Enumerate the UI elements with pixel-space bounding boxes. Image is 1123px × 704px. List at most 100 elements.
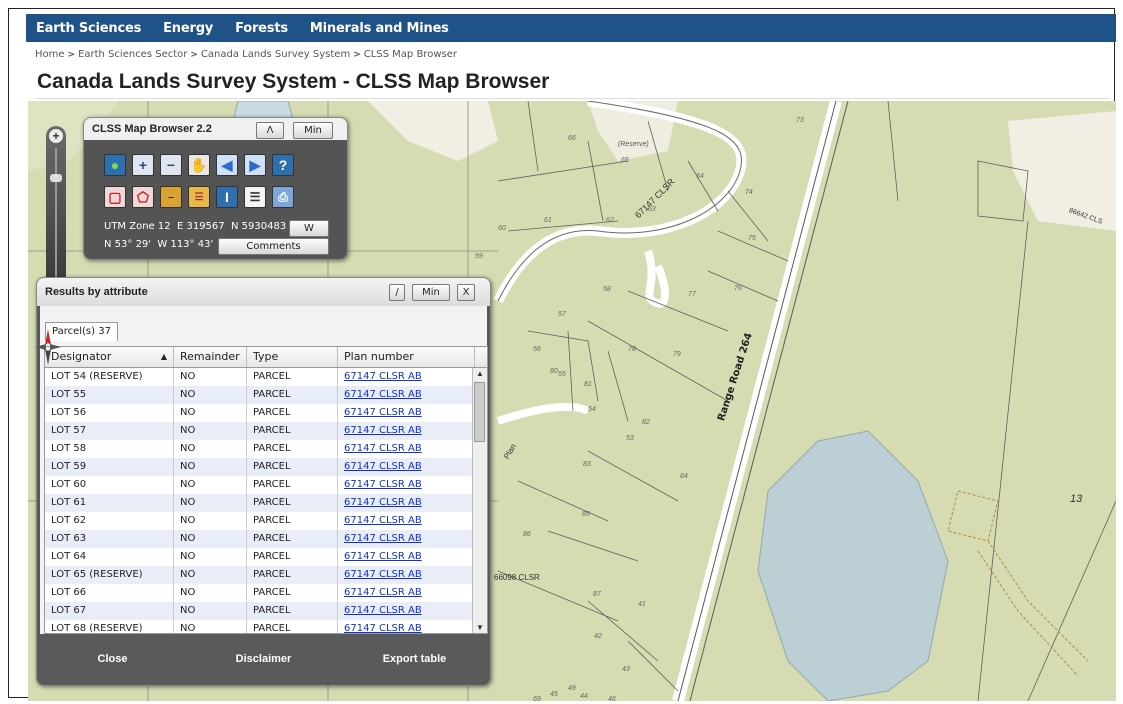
layers-icon[interactable]: ☰ xyxy=(188,186,210,208)
table-row[interactable]: LOT 67 NO PARCEL 67147 CLSR AB xyxy=(45,602,475,620)
plan-number-link[interactable]: 67147 CLSR AB xyxy=(338,494,475,512)
forward-arrow-icon[interactable]: ▶ xyxy=(244,154,266,176)
map-lot-label: 41 xyxy=(638,601,646,608)
map-lot-label: 74 xyxy=(745,189,753,196)
table-row[interactable]: LOT 68 (RESERVE) NO PARCEL 67147 CLSR AB xyxy=(45,620,475,633)
plan-number-link[interactable]: 67147 CLSR AB xyxy=(338,458,475,476)
cell-designator: LOT 60 xyxy=(45,476,174,494)
table-row[interactable]: LOT 63 NO PARCEL 67147 CLSR AB xyxy=(45,530,475,548)
zoom-slider-handle[interactable] xyxy=(50,174,62,182)
collapse-button[interactable]: Λ xyxy=(256,122,284,139)
select-rectangle-icon[interactable]: ▢ xyxy=(104,186,126,208)
zoom-in-icon[interactable]: + xyxy=(132,154,154,176)
column-header-plan-number[interactable]: Plan number xyxy=(338,347,475,367)
results-footer: Close Disclaimer Export table xyxy=(37,634,490,684)
table-row[interactable]: LOT 65 (RESERVE) NO PARCEL 67147 CLSR AB xyxy=(45,566,475,584)
results-min-button[interactable]: Min xyxy=(412,284,450,301)
breadcrumb-separator-icon: > xyxy=(190,50,198,60)
table-row[interactable]: LOT 56 NO PARCEL 67147 CLSR AB xyxy=(45,404,475,422)
plan-number-link[interactable]: 67147 CLSR AB xyxy=(338,368,475,386)
coordinate-toggle-button[interactable]: W xyxy=(289,220,329,237)
lat-lon-coordinates: N 53° 29' W 113° 43' xyxy=(104,239,214,250)
cell-designator: LOT 55 xyxy=(45,386,174,404)
table-row[interactable]: LOT 54 (RESERVE) NO PARCEL 67147 CLSR AB xyxy=(45,368,475,386)
cell-designator: LOT 62 xyxy=(45,512,174,530)
table-row[interactable]: LOT 57 NO PARCEL 67147 CLSR AB xyxy=(45,422,475,440)
help-icon[interactable]: ? xyxy=(272,154,294,176)
table-row[interactable]: LOT 66 NO PARCEL 67147 CLSR AB xyxy=(45,584,475,602)
table-row[interactable]: LOT 59 NO PARCEL 67147 CLSR AB xyxy=(45,458,475,476)
results-close-x-button[interactable]: X xyxy=(457,284,475,301)
select-polygon-icon[interactable]: ⬠ xyxy=(132,186,154,208)
map-browser-toolbar-panel: CLSS Map Browser 2.2 Λ Min ● + − ✋ ◀ ▶ ?… xyxy=(83,117,348,260)
plan-number-link[interactable]: 67147 CLSR AB xyxy=(338,512,475,530)
breadcrumb-home[interactable]: Home xyxy=(35,49,65,60)
cell-type: PARCEL xyxy=(247,512,338,530)
disclaimer-button[interactable]: Disclaimer xyxy=(188,634,339,684)
table-row[interactable]: LOT 55 NO PARCEL 67147 CLSR AB xyxy=(45,386,475,404)
plan-number-link[interactable]: 67147 CLSR AB xyxy=(338,584,475,602)
results-by-attribute-panel: Results by attribute / Min X Parcel(s) 3… xyxy=(36,277,491,686)
scroll-down-arrow-icon[interactable]: ▼ xyxy=(473,622,487,633)
globe-icon[interactable]: ● xyxy=(104,154,126,176)
map-lot-label: 82 xyxy=(642,419,650,426)
zoom-track[interactable] xyxy=(55,148,57,278)
back-arrow-icon[interactable]: ◀ xyxy=(216,154,238,176)
cell-designator: LOT 61 xyxy=(45,494,174,512)
cell-type: PARCEL xyxy=(247,548,338,566)
table-row[interactable]: LOT 62 NO PARCEL 67147 CLSR AB xyxy=(45,512,475,530)
close-button[interactable]: Close xyxy=(37,634,188,684)
plan-number-link[interactable]: 67147 CLSR AB xyxy=(338,566,475,584)
map-lot-label: 81 xyxy=(584,381,592,388)
cell-designator: LOT 66 xyxy=(45,584,174,602)
measure-icon[interactable]: ‒ xyxy=(160,186,182,208)
plan-number-link[interactable]: 67147 CLSR AB xyxy=(338,602,475,620)
table-row[interactable]: LOT 64 NO PARCEL 67147 CLSR AB xyxy=(45,548,475,566)
table-row[interactable]: LOT 58 NO PARCEL 67147 CLSR AB xyxy=(45,440,475,458)
print-icon[interactable]: ⎙ xyxy=(272,186,294,208)
map-lot-label: 49 xyxy=(568,685,576,692)
identify-icon[interactable]: I xyxy=(216,186,238,208)
cell-type: PARCEL xyxy=(247,440,338,458)
toolbar-min-button[interactable]: Min xyxy=(293,122,333,139)
nav-energy[interactable]: Energy xyxy=(163,21,213,36)
nav-earth-sciences[interactable]: Earth Sciences xyxy=(36,21,141,36)
list-icon[interactable]: ☰ xyxy=(244,186,266,208)
cell-designator: LOT 56 xyxy=(45,404,174,422)
plan-number-link[interactable]: 67147 CLSR AB xyxy=(338,476,475,494)
breadcrumb-earth-sciences-sector[interactable]: Earth Sciences Sector xyxy=(78,49,187,60)
table-row[interactable]: LOT 61 NO PARCEL 67147 CLSR AB xyxy=(45,494,475,512)
plan-number-link[interactable]: 67147 CLSR AB xyxy=(338,404,475,422)
breadcrumb-clss[interactable]: Canada Lands Survey System xyxy=(201,49,350,60)
plan-number-link[interactable]: 67147 CLSR AB xyxy=(338,386,475,404)
cell-designator: LOT 59 xyxy=(45,458,174,476)
scrollbar-thumb[interactable] xyxy=(474,382,485,442)
zoom-slider[interactable]: + xyxy=(46,126,66,286)
cell-type: PARCEL xyxy=(247,584,338,602)
results-restore-button[interactable]: / xyxy=(389,284,405,301)
map-lot-label: 84 xyxy=(680,473,688,480)
map-lot-label: 62 xyxy=(606,217,614,224)
plan-number-link[interactable]: 67147 CLSR AB xyxy=(338,440,475,458)
map-lot-label: 54 xyxy=(588,406,596,413)
zoom-in-icon[interactable]: + xyxy=(49,129,63,143)
cell-designator: LOT 63 xyxy=(45,530,174,548)
comments-button[interactable]: Comments xyxy=(218,238,329,255)
plan-number-link[interactable]: 67147 CLSR AB xyxy=(338,530,475,548)
plan-number-link[interactable]: 67147 CLSR AB xyxy=(338,422,475,440)
nav-forests[interactable]: Forests xyxy=(235,21,288,36)
column-header-type[interactable]: Type xyxy=(247,347,338,367)
plan-number-link[interactable]: 67147 CLSR AB xyxy=(338,620,475,633)
scroll-up-arrow-icon[interactable]: ▲ xyxy=(473,368,487,380)
export-table-button[interactable]: Export table xyxy=(339,634,490,684)
table-row[interactable]: LOT 60 NO PARCEL 67147 CLSR AB xyxy=(45,476,475,494)
map-lot-label: 64 xyxy=(696,173,704,180)
nav-minerals-and-mines[interactable]: Minerals and Mines xyxy=(310,21,449,36)
zoom-out-icon[interactable]: − xyxy=(160,154,182,176)
results-scrollbar[interactable]: ▲ ▼ xyxy=(472,368,487,633)
column-header-designator[interactable]: Designator ▲ xyxy=(45,347,174,367)
cell-remainder: NO xyxy=(174,476,247,494)
column-header-remainder[interactable]: Remainder xyxy=(174,347,247,367)
plan-number-link[interactable]: 67147 CLSR AB xyxy=(338,548,475,566)
pan-hand-icon[interactable]: ✋ xyxy=(188,154,210,176)
